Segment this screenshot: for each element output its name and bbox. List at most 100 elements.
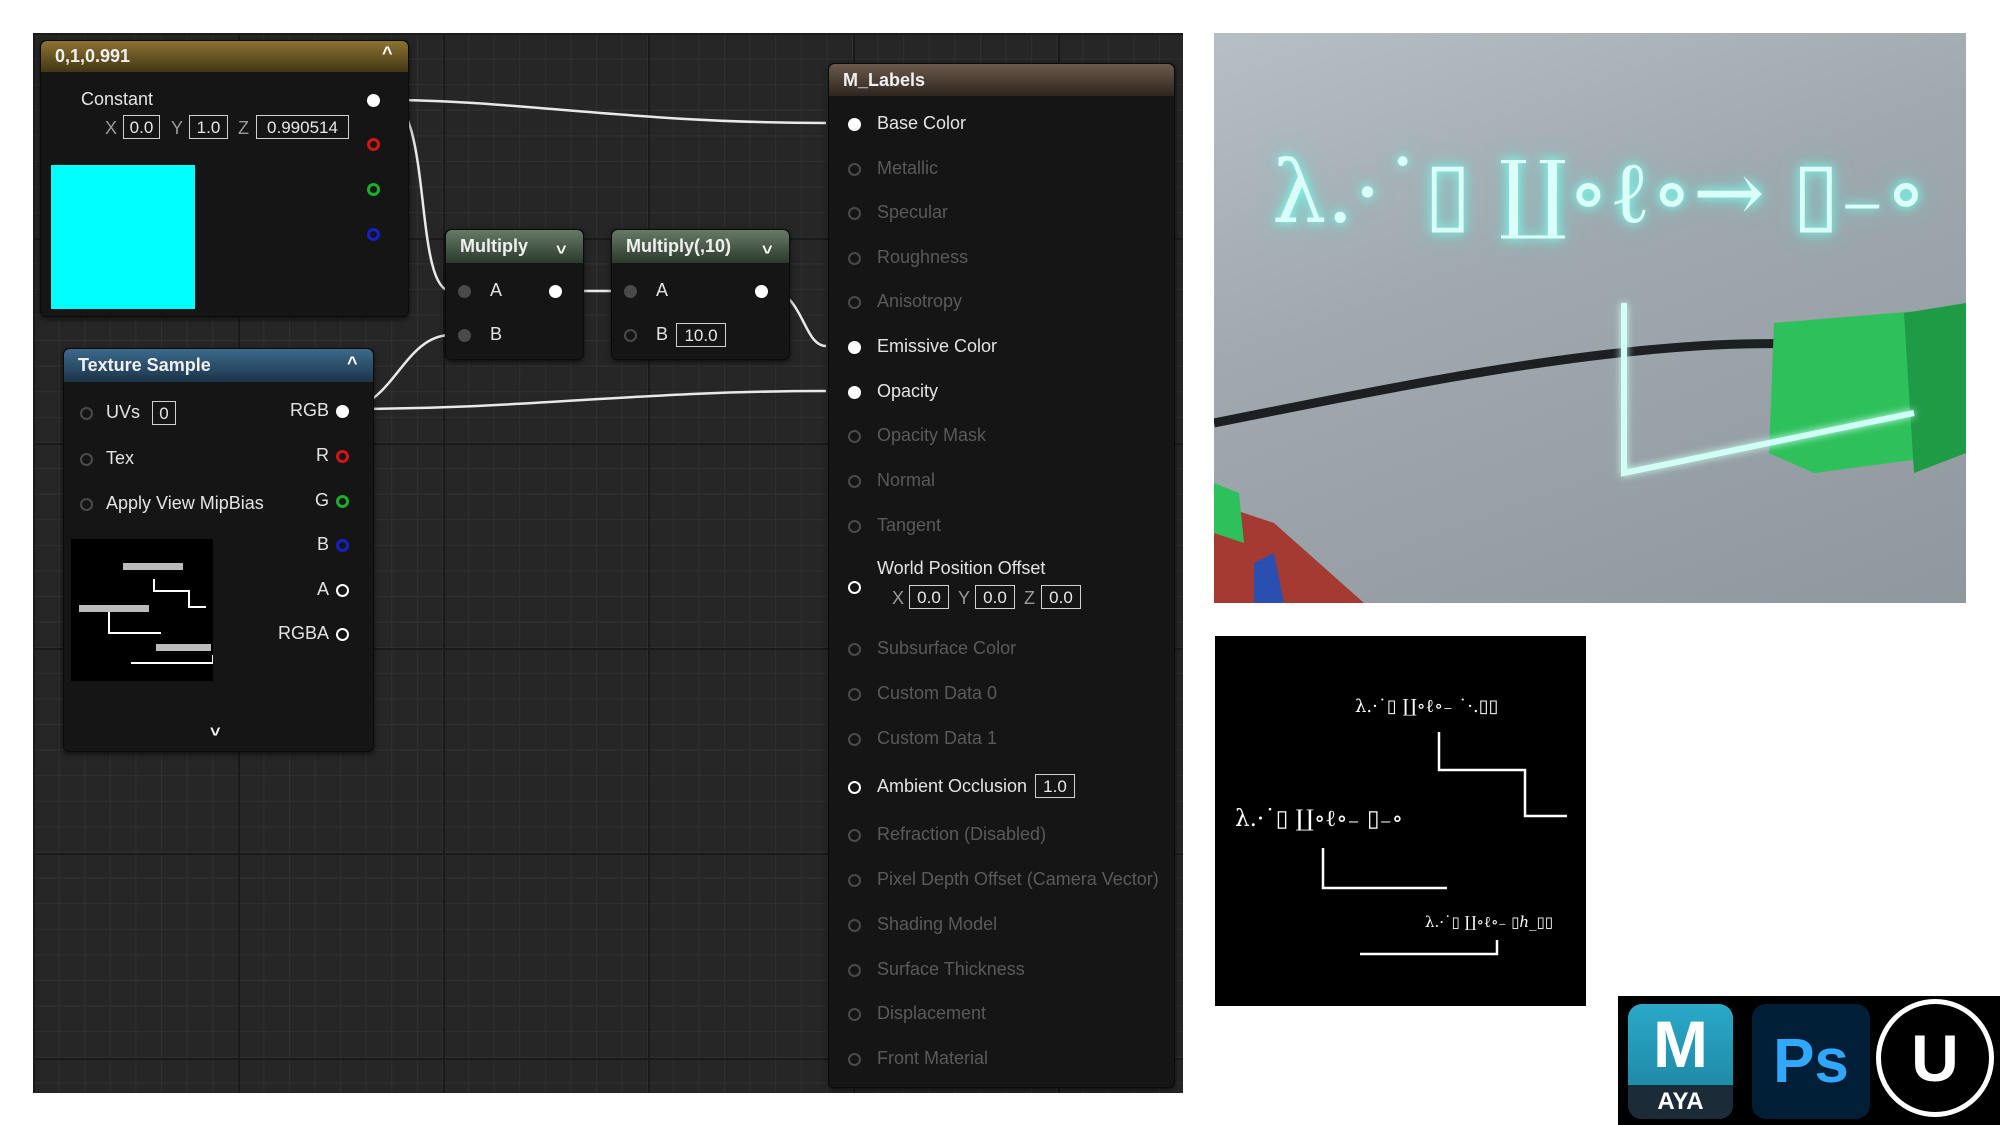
- constant-node-header[interactable]: 0,1,0.991: [41, 41, 408, 72]
- multiply10-output-pin[interactable]: [755, 285, 768, 298]
- metallic-input-pin[interactable]: [848, 163, 861, 176]
- opacity-input-pin[interactable]: [848, 386, 861, 399]
- multiply-node[interactable]: Multiply ^ A B: [445, 229, 584, 360]
- wpo-y-label: Y: [958, 588, 971, 608]
- normal-input-pin[interactable]: [848, 475, 861, 488]
- roughness-input-pin[interactable]: [848, 252, 861, 265]
- ao-input-pin[interactable]: [848, 781, 861, 794]
- rgba-output-pin[interactable]: [336, 628, 349, 641]
- opacity-mask-input-pin[interactable]: [848, 430, 861, 443]
- photoshop-logo: Ps: [1752, 1004, 1870, 1119]
- material-graph-canvas[interactable]: 0,1,0.991 ^ Constant X 0.0 Y 1.0 Z 0.990…: [33, 33, 1183, 1093]
- pdo-input-pin[interactable]: [848, 874, 861, 887]
- refraction-label: Refraction (Disabled): [877, 824, 1047, 844]
- rgb-output-pin[interactable]: [336, 405, 349, 418]
- wpo-y-field[interactable]: 0.0: [975, 585, 1015, 609]
- mipbias-input-pin[interactable]: [80, 498, 93, 511]
- multiply10-b-value-field[interactable]: 10.0: [676, 323, 726, 347]
- wpo-z-field[interactable]: 0.0: [1041, 585, 1081, 609]
- material-result-node[interactable]: M_Labels Base Color Metallic Specular Ro…: [828, 63, 1175, 1088]
- custom1-label: Custom Data 1: [877, 728, 998, 748]
- wpo-x-label: X: [892, 588, 905, 608]
- displacement-input-pin[interactable]: [848, 1008, 861, 1021]
- collapse-chevron-icon[interactable]: ^: [382, 43, 393, 64]
- material-node-header[interactable]: M_Labels: [829, 64, 1174, 96]
- tex-input-pin[interactable]: [80, 453, 93, 466]
- ao-label: Ambient Occlusion: [877, 776, 1028, 796]
- texture-node-header[interactable]: Texture Sample: [64, 349, 373, 382]
- uvs-label: UVs: [106, 402, 141, 422]
- software-logos: M AYA Ps U: [1618, 996, 2000, 1125]
- r-output-pin[interactable]: [336, 450, 349, 463]
- constant-node[interactable]: 0,1,0.991 ^ Constant X 0.0 Y 1.0 Z 0.990…: [40, 40, 409, 317]
- custom0-input-pin[interactable]: [848, 688, 861, 701]
- tangent-label: Tangent: [877, 515, 942, 535]
- collapse-chevron-icon[interactable]: ^: [347, 353, 358, 374]
- thumbnail-lines: [79, 563, 213, 664]
- pdo-label: Pixel Depth Offset (Camera Vector): [877, 869, 1159, 889]
- rgba-output-label: RGBA: [277, 623, 329, 643]
- viewport-render: λ.·˙▯ ∐∘ℓ∘→ ▯₋∘: [1214, 33, 1966, 603]
- constant-g-output-pin[interactable]: [367, 183, 380, 196]
- preview-label-2: λ.·˙▯ ∐∘ℓ∘₋ ▯₋∘: [1235, 806, 1404, 832]
- a-output-pin[interactable]: [336, 584, 349, 597]
- specular-input-pin[interactable]: [848, 207, 861, 220]
- collapse-chevron-icon[interactable]: ^: [556, 236, 567, 257]
- tangent-input-pin[interactable]: [848, 520, 861, 533]
- preview-label-1: λ.·˙▯ ∐∘ℓ∘₋ ˙·.▯▯: [1355, 696, 1499, 717]
- y-value-field[interactable]: 1.0: [189, 115, 228, 139]
- ao-value-field[interactable]: 1.0: [1035, 774, 1075, 798]
- multiply-b-input-pin[interactable]: [458, 329, 471, 342]
- base-color-label: Base Color: [877, 113, 967, 133]
- shading-input-pin[interactable]: [848, 919, 861, 932]
- multiply10-a-label: A: [656, 280, 669, 300]
- base-color-input-pin[interactable]: [848, 118, 861, 131]
- a-output-label: A: [316, 579, 329, 599]
- multiply-a-input-pin[interactable]: [458, 285, 471, 298]
- expand-chevron-icon[interactable]: ^: [210, 718, 221, 739]
- front-material-input-pin[interactable]: [848, 1053, 861, 1066]
- multiply10-node[interactable]: Multiply(,10) ^ A B 10.0: [611, 229, 790, 360]
- uvs-input-pin[interactable]: [80, 407, 93, 420]
- wpo-label: World Position Offset: [877, 558, 1046, 578]
- constant-r-output-pin[interactable]: [367, 138, 380, 151]
- color-swatch: [51, 165, 195, 309]
- rgb-output-label: RGB: [289, 400, 329, 420]
- r-output-label: R: [316, 445, 329, 465]
- wpo-z-label: Z: [1024, 588, 1035, 608]
- x-value-field[interactable]: 0.0: [123, 115, 160, 139]
- subsurface-label: Subsurface Color: [877, 638, 1017, 658]
- mipbias-label: Apply View MipBias: [106, 493, 264, 513]
- multiply10-b-input-pin[interactable]: [624, 329, 637, 342]
- b-output-pin[interactable]: [336, 539, 349, 552]
- g-output-pin[interactable]: [336, 495, 349, 508]
- custom1-input-pin[interactable]: [848, 733, 861, 746]
- wire-constant-basecolor: [386, 98, 827, 125]
- multiply10-a-input-pin[interactable]: [624, 285, 637, 298]
- opacity-mask-label: Opacity Mask: [877, 425, 987, 445]
- unreal-letter: U: [1911, 1021, 1959, 1095]
- maya-text: AYA: [1628, 1085, 1733, 1119]
- subsurface-input-pin[interactable]: [848, 643, 861, 656]
- tex-label: Tex: [106, 448, 135, 468]
- multiply-output-pin[interactable]: [549, 285, 562, 298]
- anisotropy-input-pin[interactable]: [848, 296, 861, 309]
- z-label: Z: [238, 118, 249, 138]
- constant-output-pin[interactable]: [367, 94, 380, 107]
- wpo-input-pin[interactable]: [848, 581, 861, 594]
- thickness-label: Surface Thickness: [877, 959, 1025, 979]
- uvs-value-field[interactable]: 0: [152, 401, 176, 425]
- emissive-input-pin[interactable]: [848, 341, 861, 354]
- roughness-label: Roughness: [877, 247, 969, 267]
- wpo-x-field[interactable]: 0.0: [909, 585, 949, 609]
- constant-b-output-pin[interactable]: [367, 228, 380, 241]
- multiply10-b-label: B: [656, 324, 669, 344]
- z-value-field[interactable]: 0.990514: [256, 115, 349, 139]
- collapse-chevron-icon[interactable]: ^: [762, 236, 773, 257]
- thickness-input-pin[interactable]: [848, 964, 861, 977]
- maya-letter: M: [1653, 1007, 1708, 1081]
- emissive-label: Emissive Color: [877, 336, 998, 356]
- refraction-input-pin[interactable]: [848, 829, 861, 842]
- shading-label: Shading Model: [877, 914, 998, 934]
- texture-sample-node[interactable]: Texture Sample ^ UVs 0 Tex Apply View Mi…: [63, 348, 374, 752]
